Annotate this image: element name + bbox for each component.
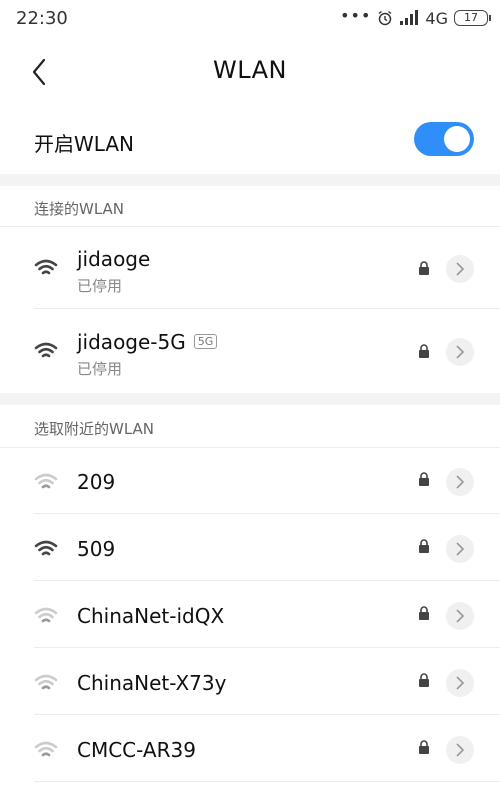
lock-icon (419, 472, 429, 486)
chevron-right-icon (456, 345, 465, 359)
network-details-button[interactable] (446, 535, 474, 563)
wifi-weak-icon (34, 741, 58, 757)
title-bar: WLAN (0, 36, 500, 106)
wlan-toggle-switch[interactable] (414, 122, 474, 156)
lock-icon (419, 606, 429, 620)
section-gap (0, 174, 500, 186)
wifi-weak-icon (34, 674, 58, 690)
network-name: 209 (77, 470, 116, 494)
network-row-chinanet-idqx[interactable]: ChinaNet-idQX (0, 582, 500, 648)
network-details-button[interactable] (446, 669, 474, 697)
status-bar: 22:30 ••• 4G 17 (0, 0, 500, 36)
network-name: ChinaNet-X73y (77, 671, 227, 695)
network-name: jidaoge (77, 247, 151, 271)
row-divider (34, 714, 500, 715)
network-details-button[interactable] (446, 736, 474, 764)
lock-icon (419, 344, 429, 358)
toggle-knob (444, 126, 470, 152)
network-status: 已停用 (77, 360, 123, 378)
row-divider (34, 513, 500, 514)
lock-icon (419, 740, 429, 754)
wlan-toggle-label: 开启WLAN (34, 132, 135, 156)
wifi-strong-icon (34, 540, 58, 556)
chevron-right-icon (456, 262, 465, 276)
network-name-text: jidaoge-5G (77, 330, 186, 354)
network-type: 4G (425, 8, 448, 28)
row-divider (34, 647, 500, 648)
wlan-toggle-row[interactable]: 开启WLAN (0, 106, 500, 174)
network-details-button[interactable] (446, 255, 474, 283)
page-title: WLAN (212, 56, 288, 84)
network-status: 已停用 (77, 277, 123, 295)
alarm-icon (378, 10, 392, 26)
network-row-jidaoge-5g[interactable]: jidaoge-5G 5G 已停用 (0, 310, 500, 392)
chevron-right-icon (456, 676, 465, 690)
wifi-weak-icon (34, 607, 58, 623)
lock-icon (419, 673, 429, 687)
chevron-right-icon (456, 475, 465, 489)
wifi-strong-icon (34, 259, 58, 275)
wifi-strong-icon (34, 342, 58, 358)
signal-icon (400, 10, 419, 25)
connected-section-title: 连接的WLAN (34, 200, 125, 218)
network-row-jidaoge[interactable]: jidaoge 已停用 (0, 227, 500, 309)
network-name: jidaoge-5G 5G (77, 330, 218, 354)
network-details-button[interactable] (446, 338, 474, 366)
section-gap (0, 393, 500, 405)
row-divider (34, 580, 500, 581)
network-row-chinanet-x73y[interactable]: ChinaNet-X73y (0, 649, 500, 715)
chevron-right-icon (456, 609, 465, 623)
network-name: CMCC-AR39 (77, 738, 196, 762)
network-name: ChinaNet-idQX (77, 604, 225, 628)
status-time: 22:30 (16, 8, 68, 29)
chevron-right-icon (456, 743, 465, 757)
battery-icon: 17 (454, 10, 491, 26)
network-row-cmcc-ar39[interactable]: CMCC-AR39 (0, 716, 500, 782)
network-details-button[interactable] (446, 602, 474, 630)
wifi-weak-icon (34, 473, 58, 489)
network-row-509[interactable]: 509 (0, 515, 500, 581)
network-details-button[interactable] (446, 468, 474, 496)
lock-icon (419, 539, 429, 553)
5g-badge: 5G (193, 334, 218, 349)
chevron-right-icon (456, 542, 465, 556)
network-name: 509 (77, 537, 116, 561)
lock-icon (419, 261, 429, 275)
row-divider (34, 781, 500, 782)
status-icons: ••• 4G 17 (340, 5, 491, 28)
network-row-209[interactable]: 209 (0, 448, 500, 514)
nearby-section-title: 选取附近的WLAN (34, 420, 155, 438)
row-divider (34, 308, 500, 309)
notification-dots: ••• (340, 5, 372, 25)
